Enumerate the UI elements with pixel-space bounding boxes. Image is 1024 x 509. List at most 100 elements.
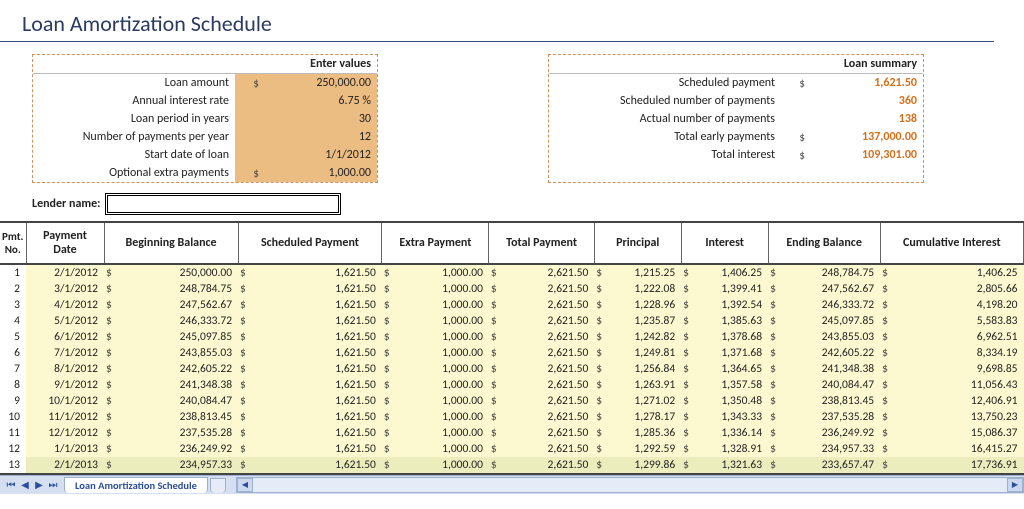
currency-symbol: $ (768, 329, 786, 345)
table-row[interactable]: 89/1/2012$241,348.38$1,621.50$1,000.00$2… (0, 377, 1024, 393)
table-row[interactable]: 1011/1/2012$238,813.45$1,621.50$1,000.00… (0, 409, 1024, 425)
currency-symbol: $ (768, 441, 786, 457)
sheet-tab-new[interactable] (210, 478, 226, 493)
tab-nav-last[interactable]: ⏭ (46, 477, 60, 493)
horizontal-scrollbar[interactable]: ◀ ▶ (236, 477, 1024, 493)
currency-symbol: $ (768, 425, 786, 441)
cell-cum: 13,750.23 (898, 409, 1023, 425)
cell-total: 2,621.50 (507, 329, 594, 345)
table-row[interactable]: 132/1/2013$234,957.33$1,621.50$1,000.00$… (0, 457, 1024, 474)
cell-int: 1,378.68 (699, 329, 768, 345)
currency-symbol: $ (768, 313, 786, 329)
sched-pay-value: 1,621.50 (811, 74, 923, 92)
currency-symbol: $ (104, 264, 122, 281)
col-beginning-balance: Beginning Balance (104, 222, 238, 264)
cell-extra: 1,000.00 (400, 313, 489, 329)
table-row[interactable]: 12/1/2012$250,000.00$1,621.50$1,000.00$2… (0, 264, 1024, 281)
currency-symbol: $ (880, 457, 898, 474)
loan-amount-input[interactable]: 250,000.00 (265, 74, 377, 92)
scroll-right-icon[interactable]: ▶ (1007, 478, 1023, 492)
table-row[interactable]: 78/1/2012$242,605.22$1,621.50$1,000.00$2… (0, 361, 1024, 377)
cell-cum: 8,334.19 (898, 345, 1023, 361)
cell-sched: 1,621.50 (256, 264, 382, 281)
page-title: Loan Amortization Schedule (0, 0, 994, 42)
cell-int: 1,328.91 (699, 441, 768, 457)
extra-pay-input[interactable]: 1,000.00 (265, 164, 377, 182)
currency-symbol: $ (382, 361, 400, 377)
currency-symbol: $ (489, 345, 507, 361)
extra-pay-label: Optional extra payments (33, 164, 235, 182)
currency-symbol: $ (594, 441, 612, 457)
currency-symbol: $ (681, 409, 699, 425)
currency-symbol: $ (880, 441, 898, 457)
currency-symbol: $ (768, 457, 786, 474)
cell-princ: 1,235.87 (612, 313, 681, 329)
currency-symbol: $ (489, 457, 507, 474)
enter-values-panel: Enter values Loan amount $ 250,000.00 An… (32, 54, 378, 183)
cell-pmt-no: 3 (0, 297, 26, 313)
start-date-input[interactable]: 1/1/2012 (265, 146, 377, 164)
table-row[interactable]: 121/1/2013$236,249.92$1,621.50$1,000.00$… (0, 441, 1024, 457)
currency-symbol: $ (104, 441, 122, 457)
currency-symbol: $ (238, 313, 256, 329)
cell-extra: 1,000.00 (400, 264, 489, 281)
cell-sched: 1,621.50 (256, 313, 382, 329)
cell-end: 246,333.72 (786, 297, 880, 313)
ppy-input[interactable]: 12 (265, 128, 377, 146)
currency-symbol: $ (489, 425, 507, 441)
col-extra-payment: Extra Payment (382, 222, 489, 264)
currency-symbol: $ (594, 345, 612, 361)
period-years-input[interactable]: 30 (265, 110, 377, 128)
currency-symbol: $ (880, 297, 898, 313)
cell-end: 236,249.92 (786, 425, 880, 441)
cell-sched: 1,621.50 (256, 281, 382, 297)
tab-nav-first[interactable]: ⏮ (4, 477, 18, 493)
cell-sched: 1,621.50 (256, 425, 382, 441)
currency-symbol: $ (594, 313, 612, 329)
currency-symbol: $ (104, 425, 122, 441)
currency-symbol: $ (104, 361, 122, 377)
table-row[interactable]: 23/1/2012$248,784.75$1,621.50$1,000.00$2… (0, 281, 1024, 297)
cell-beg: 247,562.67 (122, 297, 238, 313)
table-row[interactable]: 45/1/2012$246,333.72$1,621.50$1,000.00$2… (0, 313, 1024, 329)
table-row[interactable]: 34/1/2012$247,562.67$1,621.50$1,000.00$2… (0, 297, 1024, 313)
currency-symbol: $ (681, 297, 699, 313)
cell-payment-date: 5/1/2012 (26, 313, 104, 329)
table-row[interactable]: 67/1/2012$243,855.03$1,621.50$1,000.00$2… (0, 345, 1024, 361)
cell-sched: 1,621.50 (256, 345, 382, 361)
currency-symbol: $ (238, 329, 256, 345)
tab-nav-prev[interactable]: ◀ (18, 477, 32, 493)
cell-princ: 1,242.82 (612, 329, 681, 345)
sheet-tab-active[interactable]: Loan Amortization Schedule (64, 477, 208, 493)
cell-pmt-no: 5 (0, 329, 26, 345)
loan-summary-panel: Loan summary Scheduled payment $ 1,621.5… (548, 54, 924, 183)
cell-princ: 1,249.81 (612, 345, 681, 361)
col-cumulative-interest: Cumulative Interest (880, 222, 1023, 264)
cell-payment-date: 12/1/2012 (26, 425, 104, 441)
tab-nav-next[interactable]: ▶ (32, 477, 46, 493)
currency-symbol: $ (489, 361, 507, 377)
currency-symbol: $ (104, 377, 122, 393)
currency-symbol: $ (238, 361, 256, 377)
table-row[interactable]: 1112/1/2012$237,535.28$1,621.50$1,000.00… (0, 425, 1024, 441)
cell-payment-date: 11/1/2012 (26, 409, 104, 425)
currency-symbol: $ (681, 345, 699, 361)
cell-extra: 1,000.00 (400, 393, 489, 409)
col-principal: Principal (594, 222, 681, 264)
cell-extra: 1,000.00 (400, 345, 489, 361)
currency-symbol: $ (768, 297, 786, 313)
col-payment-date: Payment Date (26, 222, 104, 264)
annual-rate-input[interactable]: 6.75 % (265, 92, 377, 110)
cell-beg: 240,084.47 (122, 393, 238, 409)
currency-symbol: $ (104, 409, 122, 425)
cell-total: 2,621.50 (507, 425, 594, 441)
cell-cum: 2,805.66 (898, 281, 1023, 297)
lender-name-input[interactable] (105, 193, 341, 215)
scroll-left-icon[interactable]: ◀ (237, 478, 253, 492)
cell-beg: 245,097.85 (122, 329, 238, 345)
table-row[interactable]: 910/1/2012$240,084.47$1,621.50$1,000.00$… (0, 393, 1024, 409)
cell-princ: 1,271.02 (612, 393, 681, 409)
cell-beg: 238,813.45 (122, 409, 238, 425)
table-row[interactable]: 56/1/2012$245,097.85$1,621.50$1,000.00$2… (0, 329, 1024, 345)
cell-total: 2,621.50 (507, 393, 594, 409)
